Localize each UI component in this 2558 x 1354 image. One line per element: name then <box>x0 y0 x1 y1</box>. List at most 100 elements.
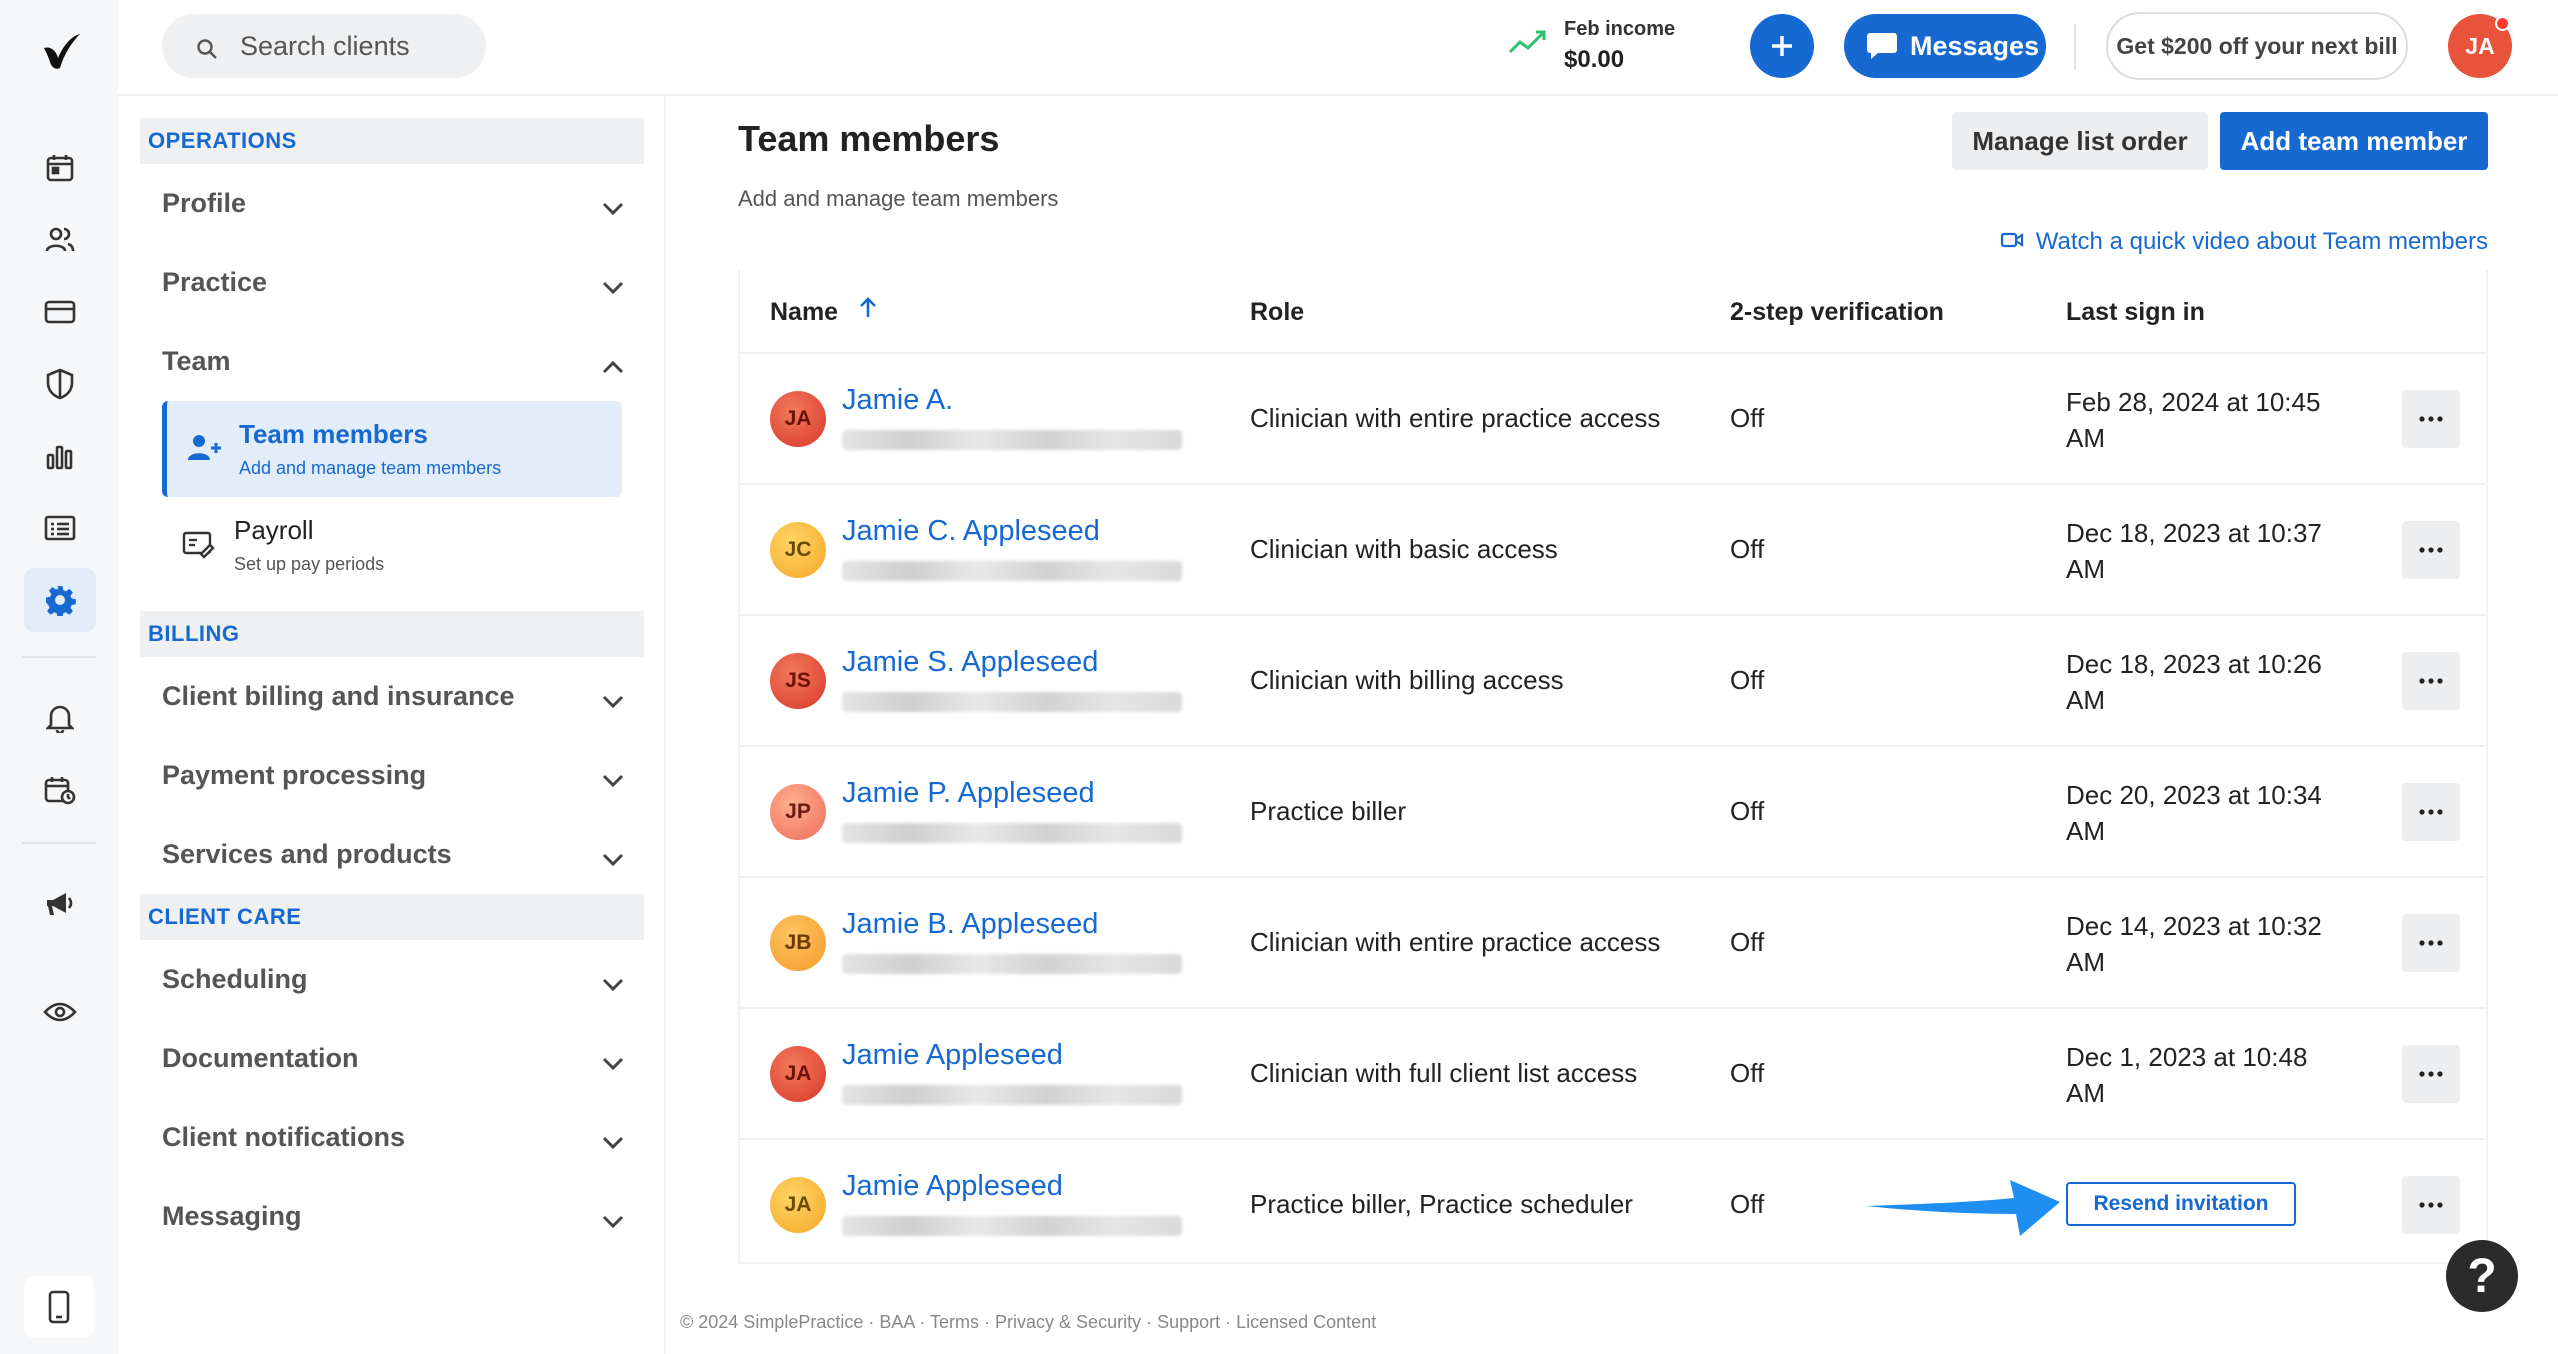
nav-item-label: Team <box>162 346 231 376</box>
insurance-shield-icon[interactable] <box>24 352 96 416</box>
member-role: Clinician with entire practice access <box>1250 403 1661 433</box>
chevron-down-icon <box>602 271 624 302</box>
add-team-member-button[interactable]: Add team member <box>2220 112 2488 170</box>
settings-gear-icon[interactable] <box>24 568 96 632</box>
sign-in-date: Dec 1, 2023 at 10:48 <box>2066 1042 2308 1072</box>
nav-item-label: Messaging <box>162 1201 302 1231</box>
member-name-link[interactable]: Jamie C. Appleseed <box>842 515 1100 548</box>
nav-item-profile[interactable]: Profile <box>140 164 644 243</box>
more-options-button[interactable] <box>2402 914 2460 972</box>
table-header: Name Role 2-step verification Last sign … <box>740 270 2486 354</box>
create-new-button[interactable] <box>1750 14 1814 78</box>
member-last-sign-in: Dec 1, 2023 at 10:48 AM <box>2066 1039 2356 1111</box>
chevron-down-icon <box>602 1126 624 1157</box>
member-tsv-status: Off <box>1730 665 1765 695</box>
member-tsv-status: Off <box>1730 796 1765 826</box>
nav-item-label: Payment processing <box>162 760 427 790</box>
more-options-button[interactable] <box>2402 521 2460 579</box>
table-row: JP Jamie P. Appleseed Practice biller Of… <box>740 747 2486 878</box>
nav-subitem-team-members[interactable]: Team members Add and manage team members <box>162 401 622 497</box>
member-name-link[interactable]: Jamie Appleseed <box>842 1039 1063 1072</box>
sign-in-date: Dec 18, 2023 at 10:26 <box>2066 649 2322 679</box>
rail-divider <box>22 842 96 844</box>
analytics-icon[interactable] <box>24 424 96 488</box>
income-summary[interactable]: Feb income $0.00 <box>1508 16 1708 76</box>
calendar-icon[interactable] <box>24 136 96 200</box>
nav-item-label: Profile <box>162 188 247 218</box>
nav-item-documentation[interactable]: Documentation <box>140 1019 644 1098</box>
column-header-name[interactable]: Name <box>770 297 876 327</box>
member-avatar: JA <box>770 391 826 447</box>
messages-label: Messages <box>1910 30 2040 61</box>
member-avatar: JB <box>770 915 826 971</box>
notification-dot <box>2495 16 2510 31</box>
messages-button[interactable]: Messages <box>1844 14 2046 78</box>
member-last-sign-in: Dec 20, 2023 at 10:34 AM <box>2066 777 2356 849</box>
section-operations: OPERATIONS <box>140 118 644 164</box>
sign-in-period: AM <box>2066 816 2105 846</box>
sign-in-period: AM <box>2066 685 2105 715</box>
payroll-icon <box>182 529 216 564</box>
more-options-button[interactable] <box>2402 390 2460 448</box>
subitem-title: Payroll <box>234 515 314 545</box>
sign-in-period: AM <box>2066 423 2105 453</box>
mobile-phone-icon[interactable] <box>24 1276 94 1338</box>
promo-button[interactable]: Get $200 off your next bill <box>2106 12 2408 80</box>
member-name-link[interactable]: Jamie Appleseed <box>842 1170 1063 1203</box>
nav-item-team[interactable]: Team <box>140 322 644 401</box>
nav-item-label: Scheduling <box>162 964 308 994</box>
eye-icon[interactable] <box>24 980 96 1044</box>
member-name-link[interactable]: Jamie A. <box>842 384 953 417</box>
section-client-care: CLIENT CARE <box>140 894 644 940</box>
nav-item-client-notifications[interactable]: Client notifications <box>140 1098 644 1177</box>
chevron-down-icon <box>602 192 624 223</box>
sign-in-date: Feb 28, 2024 at 10:45 <box>2066 387 2321 417</box>
nav-divider <box>664 96 666 1354</box>
nav-item-messaging[interactable]: Messaging <box>140 1177 644 1256</box>
page-title: Team members <box>738 118 1000 159</box>
nav-item-payment-processing[interactable]: Payment processing <box>140 736 644 815</box>
nav-item-label: Client billing and insurance <box>162 681 515 711</box>
member-last-sign-in: Dec 18, 2023 at 10:26 AM <box>2066 646 2356 718</box>
calendar-request-icon[interactable] <box>24 758 96 822</box>
more-options-button[interactable] <box>2402 1176 2460 1234</box>
megaphone-icon[interactable] <box>24 872 96 936</box>
search-input[interactable]: Search clients <box>162 14 486 78</box>
member-role: Practice biller <box>1250 796 1407 826</box>
more-options-button[interactable] <box>2402 783 2460 841</box>
redacted-email <box>842 692 1182 712</box>
manage-list-order-button[interactable]: Manage list order <box>1952 112 2208 170</box>
video-camera-icon <box>2000 228 2024 256</box>
sign-in-date: Dec 18, 2023 at 10:37 <box>2066 518 2322 548</box>
nav-subitem-payroll[interactable]: Payroll Set up pay periods <box>162 497 622 593</box>
sort-ascending-icon <box>858 296 878 327</box>
topbar-divider <box>2074 24 2076 70</box>
footer-links[interactable]: © 2024 SimplePractice · BAA · Terms · Pr… <box>680 1312 1376 1333</box>
settings-nav: OPERATIONS Profile Practice Team Team me… <box>140 118 644 1256</box>
nav-item-practice[interactable]: Practice <box>140 243 644 322</box>
table-row: JB Jamie B. Appleseed Clinician with ent… <box>740 878 2486 1009</box>
nav-item-scheduling[interactable]: Scheduling <box>140 940 644 1019</box>
chevron-down-icon <box>602 764 624 795</box>
income-label: Feb income <box>1564 18 1676 40</box>
nav-item-label: Practice <box>162 267 268 297</box>
bell-icon[interactable] <box>24 686 96 750</box>
member-name-link[interactable]: Jamie P. Appleseed <box>842 777 1095 810</box>
list-icon[interactable] <box>24 496 96 560</box>
more-options-button[interactable] <box>2402 652 2460 710</box>
user-avatar[interactable]: JA <box>2448 14 2512 78</box>
member-name-link[interactable]: Jamie B. Appleseed <box>842 908 1098 941</box>
nav-item-client-billing[interactable]: Client billing and insurance <box>140 657 644 736</box>
team-members-table: Name Role 2-step verification Last sign … <box>738 270 2488 1264</box>
watch-video-link[interactable]: Watch a quick video about Team members <box>1990 228 2488 256</box>
help-button[interactable]: ? <box>2446 1240 2518 1312</box>
redacted-email <box>842 954 1182 974</box>
member-name-link[interactable]: Jamie S. Appleseed <box>842 646 1098 679</box>
logo-icon[interactable] <box>38 28 86 76</box>
more-options-button[interactable] <box>2402 1045 2460 1103</box>
chevron-down-icon <box>602 968 624 999</box>
clients-icon[interactable] <box>24 208 96 272</box>
nav-item-services-products[interactable]: Services and products <box>140 815 644 894</box>
billing-card-icon[interactable] <box>24 280 96 344</box>
resend-invitation-button[interactable]: Resend invitation <box>2066 1182 2296 1226</box>
